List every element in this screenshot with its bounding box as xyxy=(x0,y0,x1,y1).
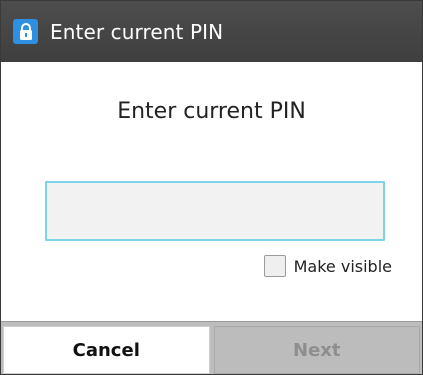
lock-icon xyxy=(13,19,38,44)
pin-input[interactable] xyxy=(45,181,385,241)
window-title: Enter current PIN xyxy=(50,19,224,44)
make-visible-checkbox[interactable] xyxy=(263,255,286,277)
make-visible-row[interactable]: Make visible xyxy=(263,255,392,277)
pin-dialog: Enter current PIN Enter current PIN Make… xyxy=(0,0,423,375)
button-bar: Cancel Next xyxy=(1,321,422,374)
title-bar: Enter current PIN xyxy=(1,1,422,62)
cancel-button[interactable]: Cancel xyxy=(3,326,210,374)
dialog-heading: Enter current PIN xyxy=(117,99,306,124)
make-visible-label: Make visible xyxy=(293,256,392,276)
next-button[interactable]: Next xyxy=(213,326,420,374)
